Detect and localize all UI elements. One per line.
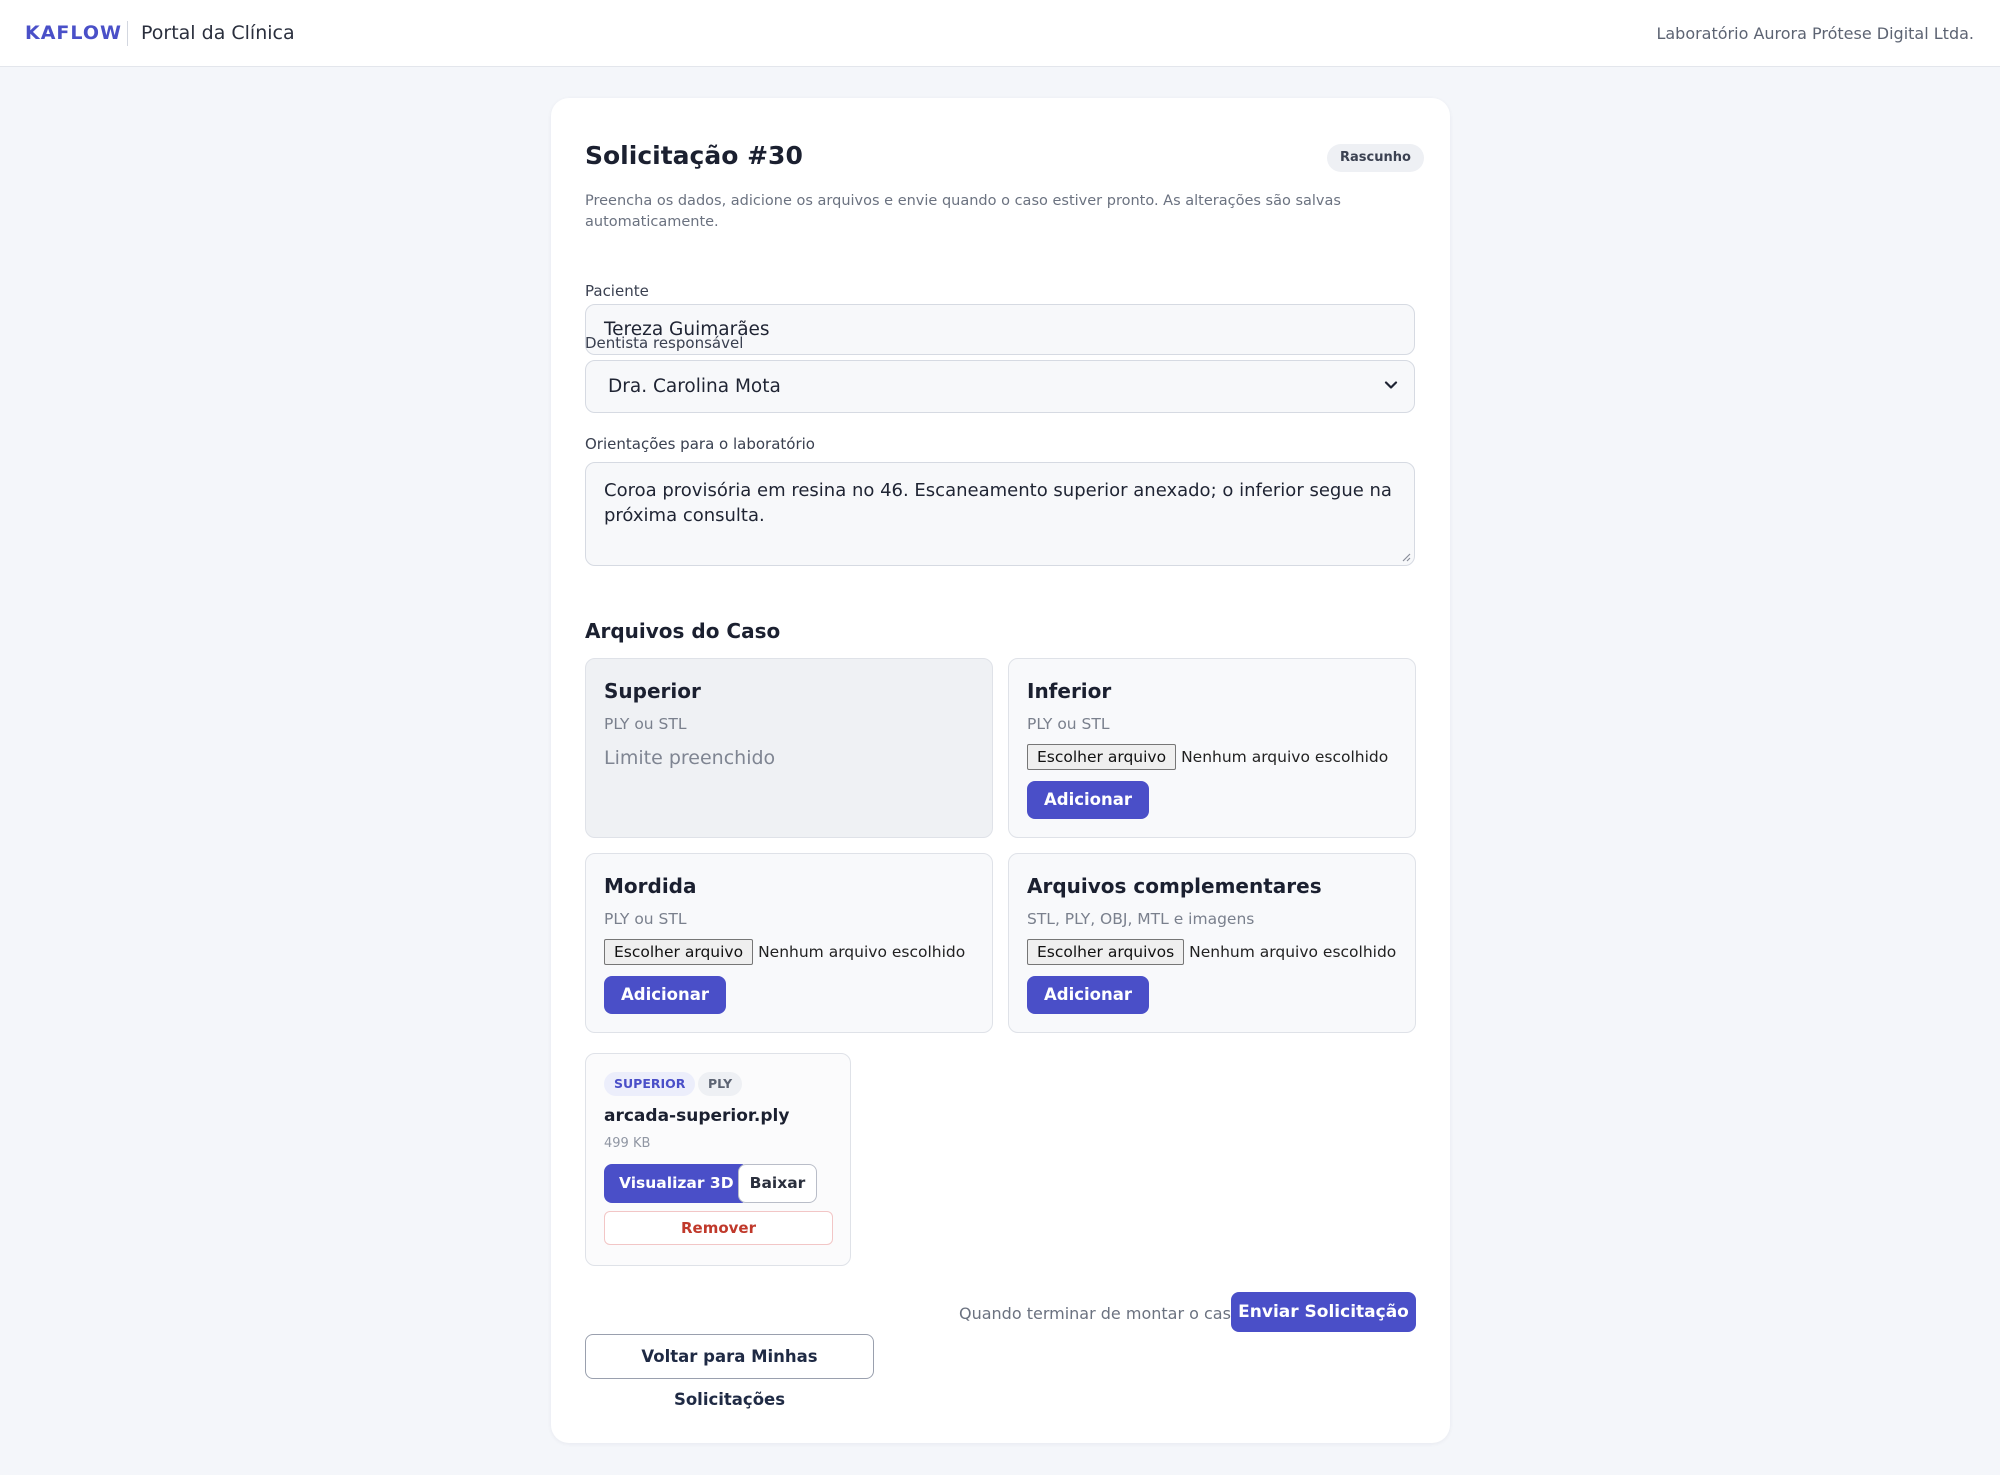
remove-button[interactable]: Remover [604,1211,833,1245]
add-file-button[interactable]: Adicionar [1027,976,1150,1014]
slot-mordida: Mordida PLY ou STL Escolher arquivo Nenh… [585,853,993,1033]
slot-complementares: Arquivos complementares STL, PLY, OBJ, M… [1008,853,1416,1033]
file-picker: Escolher arquivo Nenhum arquivo escolhid… [1027,744,1388,770]
choose-files-button[interactable]: Escolher arquivos [1027,939,1185,965]
slot-superior: Superior PLY ou STL Limite preenchido [585,658,993,838]
type-tag: PLY [698,1072,743,1096]
status-badge: Rascunho [1327,144,1424,172]
slot-title: Arquivos complementares [1027,874,1322,898]
notes-text: Coroa provisória em resina no 46. Escane… [604,480,1392,526]
file-name: arcada-superior.ply [604,1106,790,1126]
slot-tag: SUPERIOR [604,1072,696,1096]
slot-title: Inferior [1027,679,1112,703]
choose-file-button[interactable]: Escolher arquivo [604,939,754,965]
submit-request-button[interactable]: Enviar Solicitação [1231,1292,1416,1332]
file-picker: Escolher arquivos Nenhum arquivo escolhi… [1027,939,1396,965]
dentist-select-value: Dra. Carolina Mota [608,376,781,397]
patient-label: Paciente [585,282,649,300]
slot-limit-text: Limite preenchido [604,747,776,769]
notes-label: Orientações para o laboratório [585,435,815,453]
slot-formats: PLY ou STL [1027,715,1110,733]
top-bar: KAFLOW Portal da Clínica Laboratório Aur… [0,0,2000,67]
dentist-select[interactable]: Dra. Carolina Mota [585,360,1415,413]
page-title: Solicitação #30 [585,141,803,170]
file-status: Nenhum arquivo escolhido [758,943,966,961]
download-button[interactable]: Baixar [738,1164,817,1203]
slot-inferior: Inferior PLY ou STL Escolher arquivo Nen… [1008,658,1416,838]
request-card: Solicitação #30 Rascunho Preencha os dad… [551,98,1450,1443]
add-file-button[interactable]: Adicionar [604,976,727,1014]
file-status: Nenhum arquivo escolhido [1189,943,1397,961]
slot-formats: STL, PLY, OBJ, MTL e imagens [1027,910,1255,928]
files-section-title: Arquivos do Caso [585,619,781,643]
submit-hint: Quando terminar de montar o caso: [959,1304,1247,1323]
resize-grip-icon[interactable] [1401,552,1411,562]
notes-textarea[interactable]: Coroa provisória em resina no 46. Escane… [585,462,1415,566]
file-status: Nenhum arquivo escolhido [1181,748,1389,766]
lab-name: Laboratório Aurora Prótese Digital Ltda. [1656,24,1974,43]
view-3d-button[interactable]: Visualizar 3D [604,1164,749,1203]
choose-file-button[interactable]: Escolher arquivo [1027,744,1177,770]
add-file-button[interactable]: Adicionar [1027,781,1150,819]
file-picker: Escolher arquivo Nenhum arquivo escolhid… [604,939,965,965]
portal-title: Portal da Clínica [141,22,295,44]
brand-logo[interactable]: KAFLOW [25,22,122,44]
intro-text: Preencha os dados, adicione os arquivos … [585,193,1341,230]
back-to-requests-button[interactable]: Voltar para Minhas Solicitações [585,1334,874,1409]
slot-title: Superior [604,679,701,703]
slot-formats: PLY ou STL [604,910,687,928]
slot-formats: PLY ou STL [604,715,687,733]
slot-title: Mordida [604,874,697,898]
chevron-down-icon [1384,381,1398,389]
uploaded-file-card: SUPERIOR PLY arcada-superior.ply 499 KB … [585,1053,851,1266]
brand-divider [127,21,128,46]
dentist-label: Dentista responsável [585,334,744,352]
file-size: 499 KB [604,1136,651,1151]
